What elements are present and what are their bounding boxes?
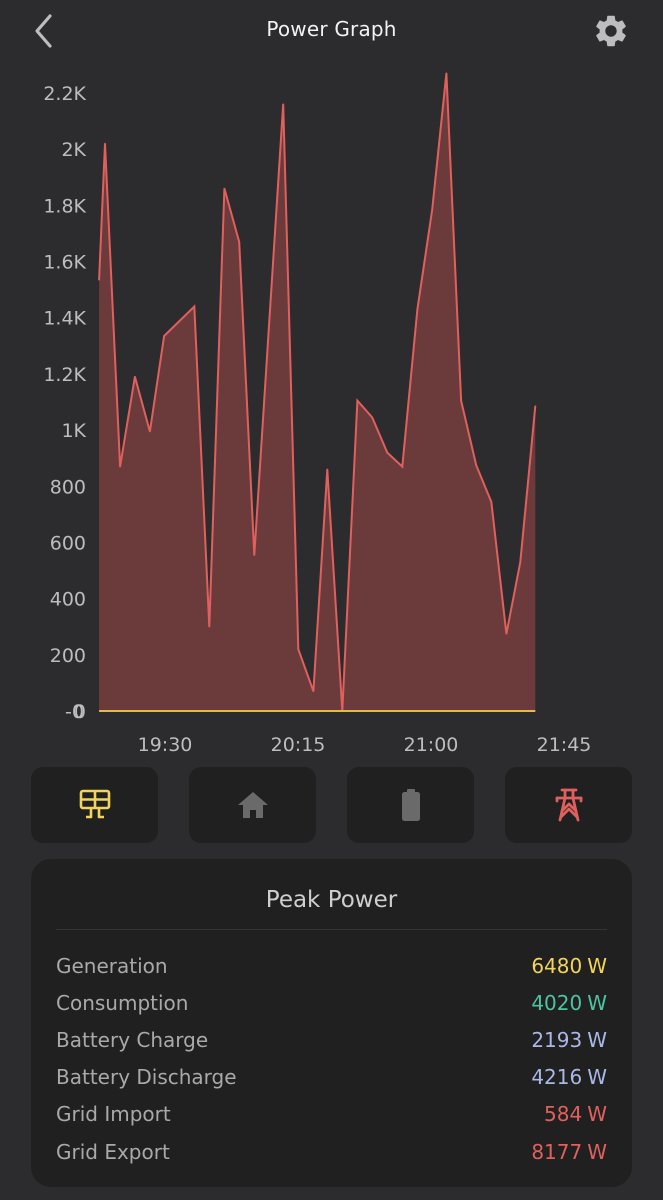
value-number: 4216 bbox=[531, 1065, 583, 1090]
gear-icon bbox=[596, 15, 626, 47]
data-point bbox=[371, 416, 374, 419]
data-point bbox=[238, 241, 240, 243]
y-tick-label: 1.6K bbox=[43, 252, 86, 274]
value-number: 8177 bbox=[531, 1139, 583, 1164]
peak-power-title: Peak Power bbox=[265, 887, 398, 913]
data-point bbox=[253, 554, 256, 556]
tab-home[interactable] bbox=[189, 767, 316, 843]
value-unit: W bbox=[587, 1139, 607, 1164]
row-label: Consumption bbox=[56, 990, 189, 1015]
tab-solar[interactable] bbox=[31, 767, 158, 843]
data-point bbox=[149, 430, 151, 433]
data-point bbox=[534, 405, 537, 408]
row-label: Grid Import bbox=[56, 1102, 171, 1127]
value-unit: W bbox=[587, 953, 607, 978]
home-icon bbox=[237, 792, 268, 818]
value-number: 2193 bbox=[531, 1027, 583, 1052]
y-tick-label: 2K bbox=[61, 139, 86, 161]
data-point bbox=[475, 464, 478, 467]
settings-button[interactable] bbox=[592, 12, 630, 50]
tab-grid[interactable] bbox=[505, 767, 632, 843]
value-number: 584 bbox=[544, 1102, 583, 1127]
y-tick-label: 2.2K bbox=[43, 83, 86, 105]
source-tabs bbox=[31, 767, 632, 843]
power-chart-svg: 0-02004006008001K1.2K1.4K1.6K1.8K2K2.2K … bbox=[43, 72, 592, 756]
solar-panel-icon bbox=[79, 789, 110, 819]
data-point bbox=[490, 500, 493, 503]
x-axis: 19:30 20:15 21:00 21:45 bbox=[138, 734, 592, 756]
power-chart: 0 -0 200 400 600 800 1K 1.2K 1.4K 1.6K 1.8K 2K 2.2K … bbox=[0, 62, 663, 762]
data-point bbox=[356, 399, 359, 402]
peak-power-row: Grid Export 8177 W bbox=[56, 1133, 607, 1170]
peak-power-list: Generation 6480 W Consumption 4020 W Battery C… bbox=[56, 947, 607, 1170]
data-point bbox=[312, 690, 315, 693]
y-tick-label: -0 bbox=[65, 701, 84, 723]
data-point bbox=[98, 279, 100, 281]
data-point bbox=[445, 72, 448, 75]
divider bbox=[56, 929, 607, 930]
power-pylon-icon bbox=[555, 788, 582, 822]
value-number: 6480 bbox=[531, 953, 583, 978]
y-tick-label: 1.4K bbox=[43, 308, 86, 330]
header: Power Graph bbox=[0, 0, 663, 62]
value-number: 4020 bbox=[531, 990, 583, 1015]
data-point bbox=[505, 633, 508, 635]
peak-power-row: Generation 6480 W bbox=[56, 947, 607, 984]
data-point bbox=[163, 335, 165, 337]
data-point bbox=[134, 375, 136, 378]
y-tick-label: 200 bbox=[50, 645, 86, 667]
x-tick-label: 20:15 bbox=[271, 734, 326, 756]
value-unit: W bbox=[587, 1102, 607, 1127]
page-title: Power Graph bbox=[266, 17, 397, 41]
data-point bbox=[326, 468, 329, 471]
row-value: 2193 W bbox=[531, 1028, 607, 1052]
data-point bbox=[208, 625, 211, 628]
x-tick-label: 21:00 bbox=[404, 734, 459, 756]
data-point bbox=[297, 648, 300, 650]
data-point bbox=[460, 399, 462, 402]
value-unit: W bbox=[587, 1065, 607, 1090]
tab-battery[interactable] bbox=[347, 767, 474, 843]
peak-power-row: Battery Discharge 4216 W bbox=[56, 1059, 607, 1096]
peak-power-row: Grid Import 584 W bbox=[56, 1096, 607, 1133]
data-point bbox=[223, 187, 226, 190]
series-layer bbox=[98, 72, 537, 712]
row-value: 6480 W bbox=[531, 954, 607, 978]
data-point bbox=[104, 142, 106, 145]
value-unit: W bbox=[587, 990, 607, 1015]
x-tick-label: 21:45 bbox=[537, 734, 592, 756]
row-label: Battery Charge bbox=[56, 1027, 209, 1052]
y-tick-label: 600 bbox=[50, 532, 86, 554]
row-value: 4216 W bbox=[531, 1065, 607, 1089]
value-unit: W bbox=[587, 1027, 607, 1052]
peak-power-card: Peak Power Generation 6480 W Consumption 402… bbox=[31, 859, 632, 1187]
row-value: 8177 W bbox=[531, 1140, 607, 1164]
y-axis: 0-02004006008001K1.2K1.4K1.6K1.8K2K2.2K bbox=[43, 83, 86, 723]
battery-icon bbox=[401, 789, 420, 821]
row-value: 584 W bbox=[544, 1102, 607, 1126]
y-tick-label: 1K bbox=[61, 420, 86, 442]
peak-power-row: Consumption 4020 W bbox=[56, 984, 607, 1021]
data-point bbox=[431, 208, 434, 211]
row-value: 4020 W bbox=[531, 991, 607, 1015]
data-point bbox=[401, 465, 404, 468]
data-point bbox=[386, 451, 389, 454]
y-tick-label: 1.2K bbox=[43, 364, 86, 386]
y-tick-label: 1.8K bbox=[43, 195, 86, 217]
y-tick-label: 400 bbox=[50, 589, 86, 611]
data-point bbox=[193, 305, 196, 308]
y-tick-label: 800 bbox=[50, 476, 86, 498]
x-tick-label: 19:30 bbox=[138, 734, 193, 756]
data-point bbox=[519, 561, 522, 563]
data-point bbox=[416, 308, 419, 311]
row-label: Battery Discharge bbox=[56, 1065, 237, 1090]
row-label: Grid Export bbox=[56, 1139, 170, 1164]
data-point bbox=[282, 103, 285, 105]
data-point bbox=[119, 465, 121, 468]
row-label: Generation bbox=[56, 953, 168, 978]
peak-power-row: Battery Charge 2193 W bbox=[56, 1021, 607, 1058]
